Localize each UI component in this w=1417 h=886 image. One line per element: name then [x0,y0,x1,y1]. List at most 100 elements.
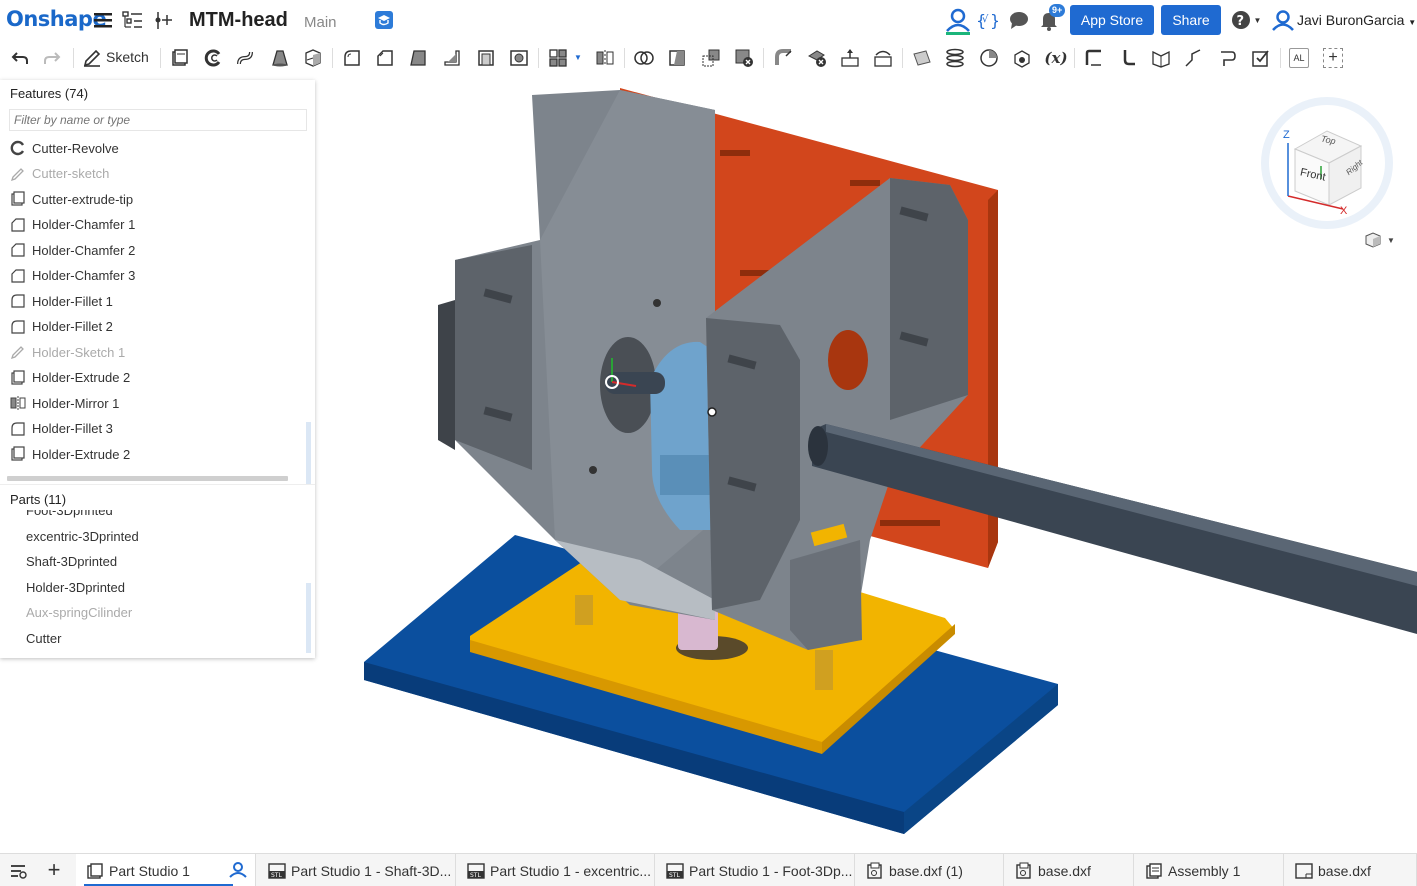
pattern-dropdown-chevron-icon[interactable]: ▼ [574,53,582,62]
document-tab[interactable]: STL Part Studio 1 - excentric... [457,854,655,886]
revolve-icon[interactable] [203,48,223,68]
variable-icon[interactable]: (x) [1043,48,1069,68]
chevron-down-icon: ▼ [1387,235,1395,245]
document-tab[interactable]: base.dxf [1285,854,1417,886]
extrude-icon[interactable] [170,48,190,68]
redo-icon[interactable] [42,48,62,68]
delete-part-icon[interactable] [734,48,754,68]
move-face-icon[interactable] [840,48,860,68]
feature-item[interactable]: Cutter-extrude-tip [10,188,133,210]
tab-icon[interactable] [1151,48,1171,68]
flange-icon[interactable] [1117,48,1137,68]
sketch-button-label[interactable]: Sketch [106,49,149,65]
view-mode-dropdown[interactable]: ▼ [1363,231,1399,249]
thicken-icon[interactable] [303,48,323,68]
add-custom-feature-icon[interactable]: + [1323,48,1343,68]
view-cube[interactable]: Top Front Right X Z [1255,91,1405,241]
feature-item[interactable]: Holder-Mirror 1 [10,392,119,414]
avatar[interactable] [1270,9,1296,31]
tab-manager-icon[interactable] [8,861,28,881]
undo-icon[interactable] [10,48,30,68]
feature-item[interactable]: Holder-Sketch 1 [10,341,125,363]
features-title[interactable]: Features (74) [10,86,88,101]
document-title[interactable]: MTM-head [189,9,288,32]
feature-item-label: Holder-Fillet 2 [32,319,113,334]
parts-list-scrollbar[interactable] [306,583,311,653]
user-menu[interactable]: Javi BuronGarcia ▼ [1297,12,1416,28]
al-icon[interactable]: AL [1289,48,1309,68]
feature-item[interactable]: Holder-Fillet 1 [10,290,113,312]
insert-icon[interactable] [152,9,174,31]
add-tab-icon[interactable]: + [44,857,64,882]
draft-icon[interactable] [408,48,428,68]
pattern-icon[interactable] [548,48,568,68]
feature-item[interactable]: Holder-Extrude 2 [10,443,130,465]
joint-icon[interactable] [1184,48,1204,68]
document-tab[interactable]: STL Part Studio 1 - Foot-3Dp... [656,854,855,886]
hamburger-menu-icon[interactable] [92,9,114,31]
finish-icon[interactable] [1251,48,1271,68]
onshape-app: Top Front Right X Z ▼ Onshape MTM-head M… [0,0,1417,886]
sketch-icon[interactable] [82,48,102,68]
feature-item-label: Holder-Fillet 1 [32,293,113,309]
loft-icon[interactable] [270,48,290,68]
follow-user-icon[interactable] [945,7,971,35]
shell-icon[interactable] [476,48,496,68]
part-item[interactable]: Foot-3Dprinted [26,510,113,518]
document-tab[interactable]: Part Studio 1 [76,854,256,886]
feature-item[interactable]: Holder-Chamfer 3 [10,265,135,287]
helix-icon[interactable] [945,48,965,68]
document-tab[interactable]: base.dxf [1005,854,1134,886]
help-menu[interactable]: ? ▼ [1229,9,1263,31]
replace-face-icon[interactable] [873,48,893,68]
part-item[interactable]: Holder-3Dprinted [26,580,125,595]
feature-item[interactable]: Holder-Fillet 3 [10,418,113,440]
feature-filter-input[interactable] [9,109,307,131]
sheet-metal-icon[interactable] [1084,48,1104,68]
tab-label: Part Studio 1 [109,862,190,879]
feature-item[interactable]: Cutter-Revolve [10,137,119,159]
part-item[interactable]: Cutter [26,631,61,646]
branch-label[interactable]: Main [304,14,337,31]
feature-item[interactable]: Holder-Chamfer 1 [10,214,135,236]
hole-icon[interactable] [509,48,529,68]
fillet-icon [10,421,26,437]
feature-item[interactable]: Holder-Fillet 2 [10,316,113,338]
tab-follow-user-icon[interactable] [229,861,247,882]
transform-icon[interactable] [701,48,721,68]
document-tab[interactable]: STL Part Studio 1 - Shaft-3D... [258,854,456,886]
modify-fillet-icon[interactable] [774,48,794,68]
comments-icon[interactable] [1008,9,1030,31]
document-tab[interactable]: base.dxf (1) [856,854,1004,886]
app-store-button[interactable]: App Store [1070,5,1154,35]
parts-title[interactable]: Parts (11) [10,492,66,507]
chamfer-icon[interactable] [375,48,395,68]
feature-list-scrollbar[interactable] [306,422,311,484]
split-icon[interactable] [667,48,687,68]
share-button[interactable]: Share [1161,5,1221,35]
fillet-icon[interactable] [342,48,362,68]
mate-connector-icon[interactable] [979,48,999,68]
plane-icon[interactable] [912,48,932,68]
bend-icon[interactable] [1218,48,1238,68]
toolbar-divider [902,48,903,68]
delete-face-icon[interactable] [807,48,827,68]
assembly-icon [1145,862,1163,880]
feature-item[interactable]: Holder-Extrude 2 [10,367,130,389]
part-item[interactable]: Aux-springCilinder [26,605,132,620]
part-item[interactable]: Shaft-3Dprinted [26,554,117,569]
feature-item[interactable]: Cutter-sketch [10,163,109,185]
mirror-icon[interactable] [595,48,615,68]
axis-z-label: Z [1283,129,1290,141]
feature-list-hscrollbar[interactable] [7,476,288,481]
sketch-mate-connector-icon[interactable] [1012,48,1032,68]
part-item[interactable]: excentric-3Dprinted [26,529,139,544]
variables-icon[interactable]: {}√ [976,9,998,31]
feature-item[interactable]: Holder-Chamfer 2 [10,239,135,261]
document-tab[interactable]: Assembly 1 [1135,854,1284,886]
sweep-icon[interactable] [236,48,256,68]
feature-list-icon[interactable] [122,9,144,31]
boolean-icon[interactable] [634,48,654,68]
learning-center-icon[interactable] [373,9,395,31]
rib-icon[interactable] [442,48,462,68]
